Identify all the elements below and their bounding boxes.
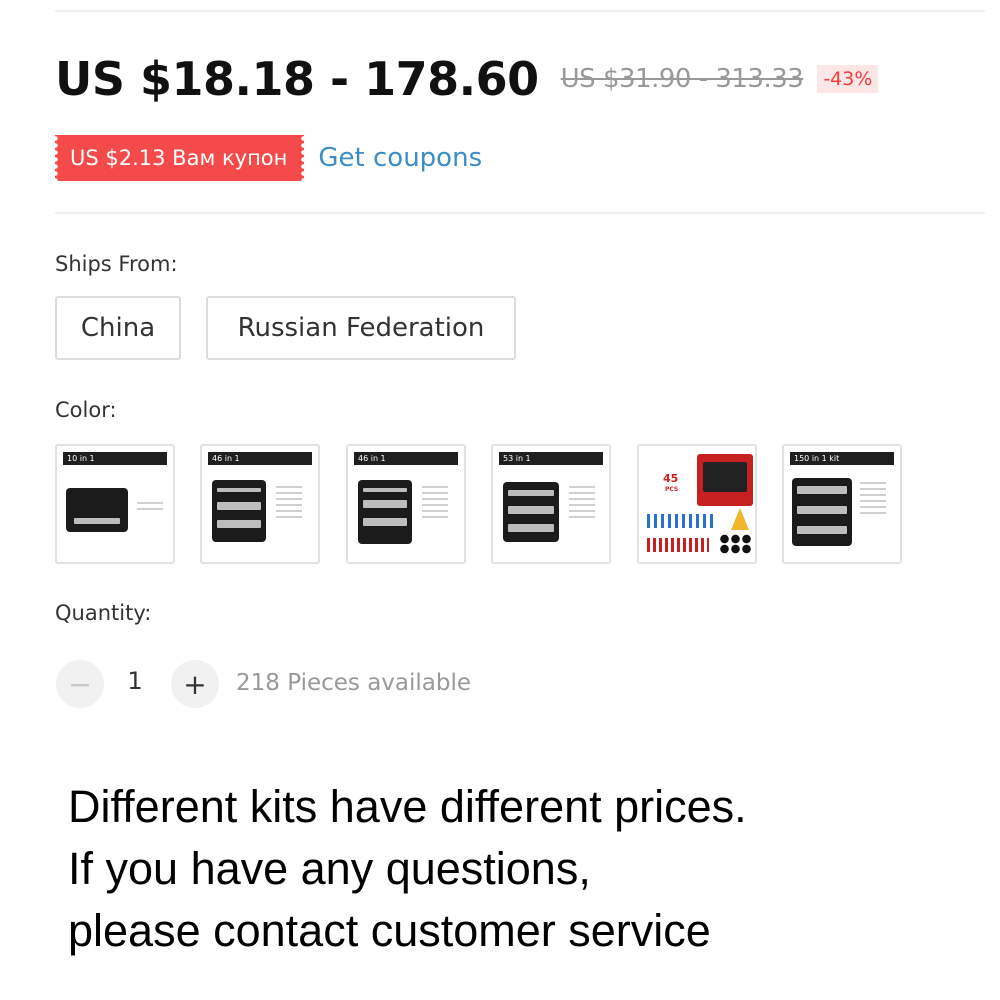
ships-from-label: Ships From: <box>55 252 178 276</box>
price-note: Different kits have different prices. If… <box>68 776 747 962</box>
get-coupons-link[interactable]: Get coupons <box>318 143 482 173</box>
ship-option-russian-federation[interactable]: Russian Federation <box>206 296 516 360</box>
swatch-header: 53 in 1 <box>499 452 603 465</box>
toolbox-image <box>358 480 412 544</box>
original-price: US $31.90 - 313.33 <box>560 64 804 94</box>
toolbox-image <box>66 488 128 532</box>
toolbox-image <box>792 478 852 546</box>
plus-icon: + <box>183 667 207 701</box>
quantity-value[interactable]: 1 <box>120 667 150 695</box>
swatch-header: 10 in 1 <box>63 452 167 465</box>
color-swatch-150-in-1[interactable]: 150 in 1 kit <box>782 444 902 564</box>
swatch-header: 150 in 1 kit <box>790 452 894 465</box>
quantity-increase-button[interactable]: + <box>171 660 219 708</box>
coupon-badge: US $2.13 Вам купон <box>52 135 307 181</box>
toolbox-image <box>503 482 559 542</box>
color-swatch-46-in-1-b[interactable]: 46 in 1 <box>346 444 466 564</box>
color-swatch-10-in-1[interactable]: 10 in 1 <box>55 444 175 564</box>
discount-badge: -43% <box>817 65 879 93</box>
coupon-row: US $2.13 Вам купон Get coupons <box>52 135 482 181</box>
swatch-header: 46 in 1 <box>208 452 312 465</box>
quantity-decrease-button[interactable]: − <box>56 660 104 708</box>
note-line: please contact customer service <box>68 905 711 956</box>
current-price: US $18.18 - 178.60 <box>55 52 539 106</box>
red-case-image <box>697 454 753 506</box>
note-line: If you have any questions, <box>68 843 591 894</box>
swatch-badge: 45 <box>663 472 679 485</box>
minus-icon: − <box>68 667 92 701</box>
quantity-label: Quantity: <box>55 601 152 625</box>
pieces-available: 218 Pieces available <box>236 670 472 696</box>
toolbox-image <box>212 480 266 542</box>
top-divider <box>55 10 985 12</box>
color-swatch-45-pcs[interactable]: 45 PCS <box>637 444 757 564</box>
swatch-header: 46 in 1 <box>354 452 458 465</box>
section-divider <box>55 212 985 214</box>
note-line: Different kits have different prices. <box>68 781 747 832</box>
swatch-badge-sub: PCS <box>665 486 679 493</box>
color-label: Color: <box>55 398 117 422</box>
color-swatch-53-in-1[interactable]: 53 in 1 <box>491 444 611 564</box>
ship-option-china[interactable]: China <box>55 296 181 360</box>
price-row: US $18.18 - 178.60 US $31.90 - 313.33 -4… <box>55 52 879 106</box>
color-swatch-46-in-1-a[interactable]: 46 in 1 <box>200 444 320 564</box>
